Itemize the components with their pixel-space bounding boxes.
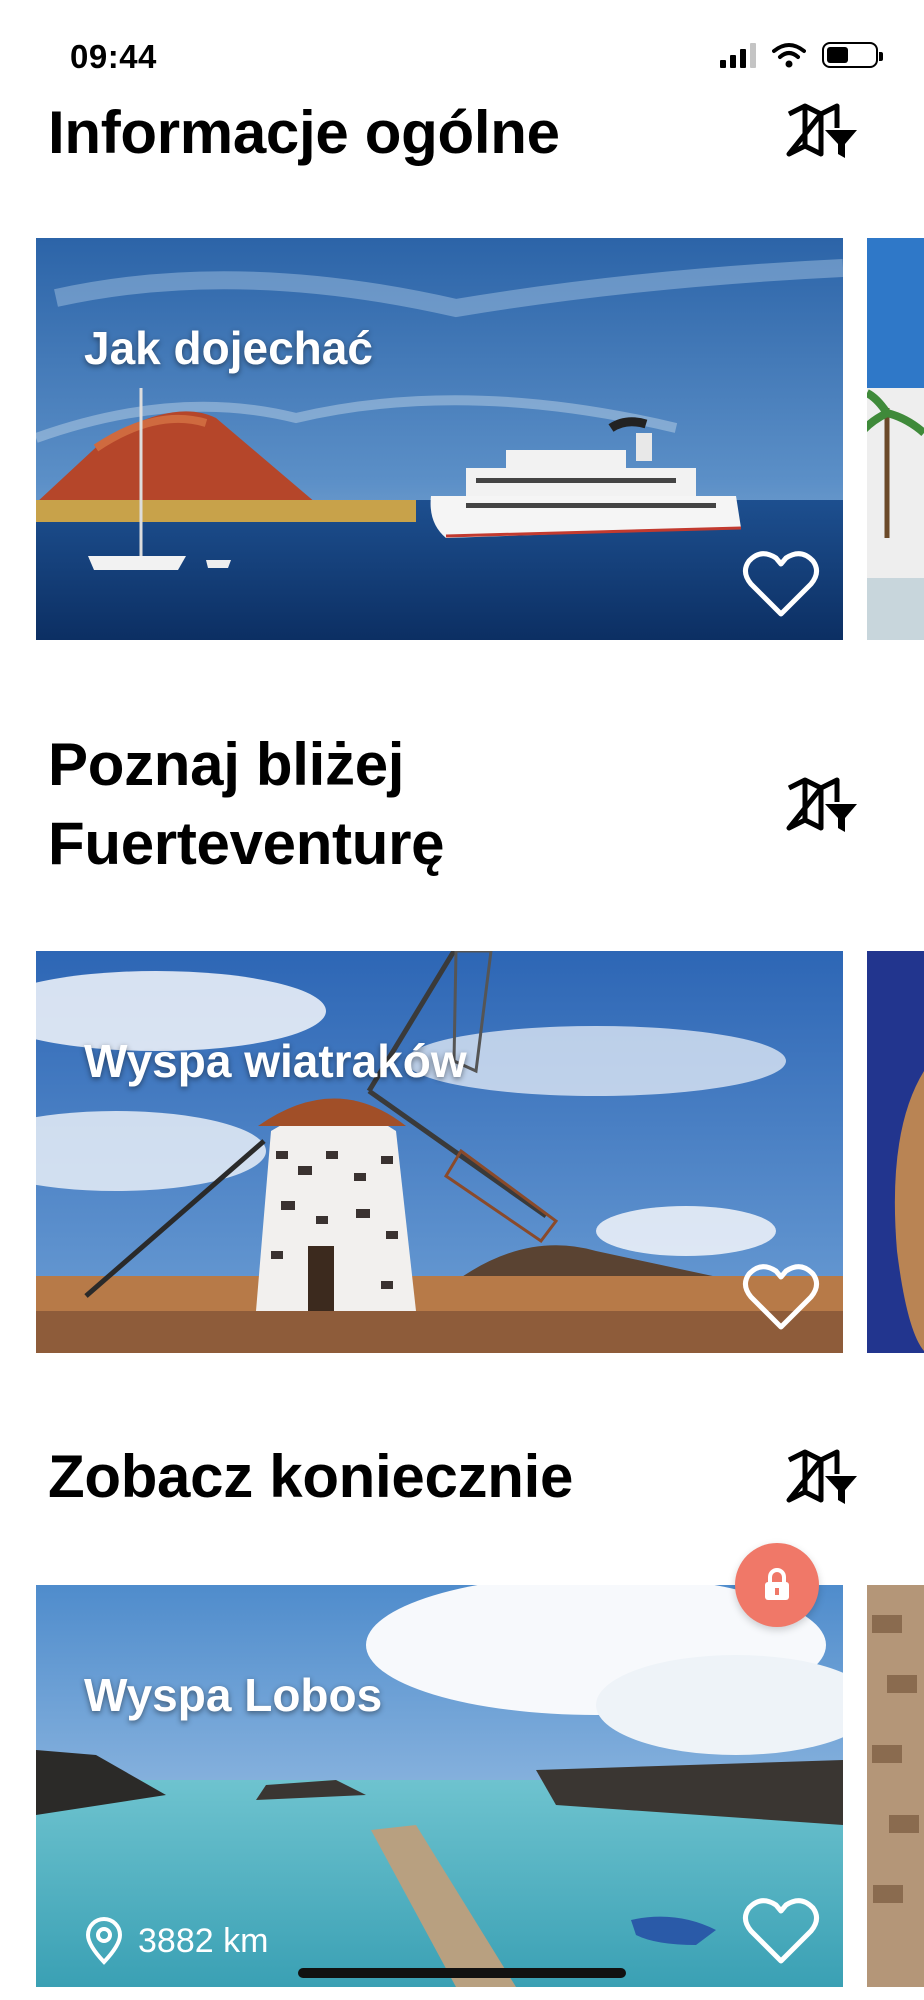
- section-title-zobacz: Zobacz koniecznie: [48, 1443, 574, 1510]
- next-card-peek[interactable]: [867, 238, 924, 640]
- next-card-peek[interactable]: [867, 1585, 924, 1987]
- card-jak-dojechac[interactable]: Jak dojechać: [36, 238, 843, 640]
- location-pin-icon: [85, 1917, 123, 1965]
- cellular-signal-icon: [720, 42, 756, 68]
- section-title-poznaj: Poznaj bliżej Fuerteventurę: [48, 731, 445, 877]
- distance-info: 3882 km: [84, 1917, 268, 1965]
- card-wyspa-lobos[interactable]: Wyspa Lobos 3882 km: [36, 1585, 843, 1987]
- card-label: Jak dojechać: [84, 322, 373, 374]
- stone-wall-image: [867, 1585, 924, 1987]
- windmill-image: [36, 951, 843, 1353]
- next-card-peek[interactable]: [867, 951, 924, 1353]
- resort-image: [867, 238, 924, 640]
- map-filter-icon[interactable]: [785, 1446, 859, 1508]
- status-icons: [720, 42, 883, 68]
- card-label: Wyspa wiatraków: [84, 1035, 467, 1087]
- status-bar: 09:44: [0, 0, 924, 90]
- card-label: Wyspa Lobos: [84, 1669, 383, 1721]
- section-title-informacje: Informacje ogólne: [48, 99, 560, 166]
- map-filter-icon[interactable]: [785, 774, 859, 836]
- status-time: 09:44: [70, 38, 157, 75]
- wifi-icon: [772, 43, 806, 68]
- map-filter-icon[interactable]: [785, 100, 859, 162]
- heart-outline-icon[interactable]: [741, 548, 821, 620]
- lock-button[interactable]: [735, 1543, 819, 1627]
- pottery-image: [867, 951, 924, 1353]
- home-indicator[interactable]: [298, 1968, 626, 1978]
- ferry-harbor-image: [36, 238, 843, 640]
- heart-outline-icon[interactable]: [741, 1261, 821, 1333]
- lock-icon: [765, 1568, 789, 1600]
- heart-outline-icon[interactable]: [741, 1895, 821, 1967]
- card-wyspa-wiatrakow[interactable]: Wyspa wiatraków: [36, 951, 843, 1353]
- battery-icon: [822, 42, 883, 68]
- distance-value: 3882 km: [138, 1921, 269, 1960]
